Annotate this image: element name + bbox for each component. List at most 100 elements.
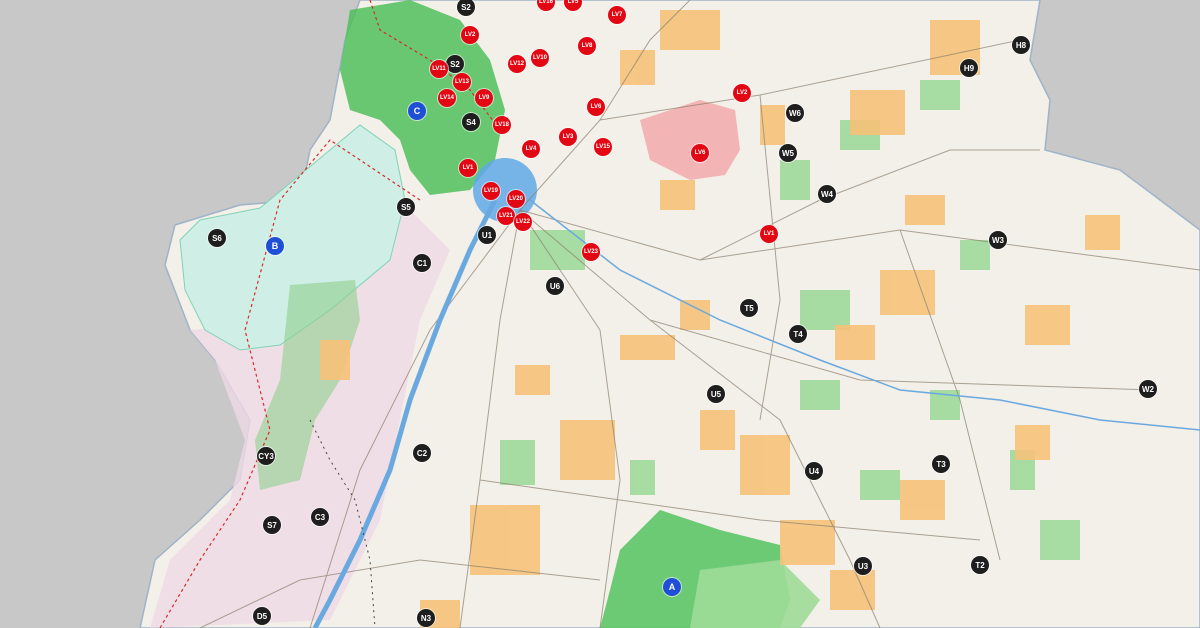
map-marker-lv8[interactable]: LV8 [578, 37, 596, 55]
marker-label: LV1 [763, 231, 775, 237]
map-marker-h8[interactable]: H8 [1012, 36, 1030, 54]
marker-label: LV10 [533, 55, 547, 61]
marker-label: T5 [744, 303, 754, 313]
marker-label: C [413, 106, 421, 116]
marker-label: LV2 [736, 90, 748, 96]
marker-label: LV5 [567, 0, 579, 5]
marker-label: S2 [450, 59, 460, 69]
map-marker-u3[interactable]: U3 [854, 557, 872, 575]
map-marker-lv2[interactable]: LV2 [733, 84, 751, 102]
marker-label: S6 [212, 233, 222, 243]
map-marker-lv19[interactable]: LV19 [482, 182, 500, 200]
marker-label: LV15 [596, 144, 610, 150]
map-marker-d5[interactable]: D5 [253, 607, 271, 625]
marker-label: LV14 [440, 95, 454, 101]
map-marker-lv20[interactable]: LV20 [507, 190, 525, 208]
map-marker-lv2[interactable]: LV2 [461, 26, 479, 44]
map-marker-w4[interactable]: W4 [818, 185, 836, 203]
marker-label: LV6 [590, 104, 602, 110]
marker-label: LV2 [464, 32, 476, 38]
map-marker-lv1[interactable]: LV1 [459, 159, 477, 177]
map-marker-c2[interactable]: C2 [413, 444, 431, 462]
map-marker-lv22[interactable]: LV22 [514, 213, 532, 231]
map-marker-u1[interactable]: U1 [478, 226, 496, 244]
basemap [139, 0, 1200, 628]
map-marker-u5[interactable]: U5 [707, 385, 725, 403]
map-marker-w3[interactable]: W3 [989, 231, 1007, 249]
marker-label: LV1 [462, 165, 474, 171]
map-marker-s4[interactable]: S4 [462, 113, 480, 131]
map-marker-lv6[interactable]: LV6 [587, 98, 605, 116]
map-marker-lv4[interactable]: LV4 [522, 140, 540, 158]
marker-label: W5 [782, 148, 794, 158]
marker-label: LV21 [499, 213, 513, 219]
map-marker-c1[interactable]: C1 [413, 254, 431, 272]
marker-label: U5 [710, 389, 722, 399]
map-marker-t5[interactable]: T5 [740, 299, 758, 317]
map-marker-t3[interactable]: T3 [932, 455, 950, 473]
map-marker-lv13[interactable]: LV13 [453, 73, 471, 91]
map-marker-lv3[interactable]: LV3 [559, 128, 577, 146]
marker-label: LV8 [581, 43, 593, 49]
map-marker-lv15[interactable]: LV15 [594, 138, 612, 156]
map-marker-t4[interactable]: T4 [789, 325, 807, 343]
map-marker-s6[interactable]: S6 [208, 229, 226, 247]
map-marker-cy3[interactable]: CY3 [257, 447, 275, 465]
marker-label: LV19 [484, 188, 498, 194]
map-marker-w6[interactable]: W6 [786, 104, 804, 122]
map-marker-s7[interactable]: S7 [263, 516, 281, 534]
map-marker-lv12[interactable]: LV12 [508, 55, 526, 73]
map-marker-a[interactable]: A [663, 578, 681, 596]
marker-label: W3 [992, 235, 1004, 245]
marker-label: C1 [416, 258, 428, 268]
map-marker-t2[interactable]: T2 [971, 556, 989, 574]
marker-label: LV3 [562, 134, 574, 140]
map-marker-c3[interactable]: C3 [311, 508, 329, 526]
marker-label: S5 [401, 202, 411, 212]
marker-label: LV11 [432, 66, 446, 72]
marker-label: S2 [461, 2, 471, 12]
marker-label: U6 [549, 281, 561, 291]
map-marker-b[interactable]: B [266, 237, 284, 255]
marker-label: T2 [975, 560, 985, 570]
marker-label: H8 [1015, 40, 1027, 50]
marker-label: CY3 [258, 451, 274, 461]
marker-label: S4 [466, 117, 476, 127]
map-canvas[interactable]: S2 S2 S4 S5 S6 S7 C1 C2 C3 CY3 D5 N3 U1 U3 U4 U5 U6 T2 T3 T… [0, 0, 1200, 628]
map-marker-w2[interactable]: W2 [1139, 380, 1157, 398]
marker-label: T3 [936, 459, 946, 469]
marker-label: D5 [256, 611, 268, 621]
map-marker-lv11[interactable]: LV11 [430, 60, 448, 78]
map-marker-s5[interactable]: S5 [397, 198, 415, 216]
map-marker-lv7[interactable]: LV7 [608, 6, 626, 24]
map-marker-c[interactable]: C [408, 102, 426, 120]
map-marker-s2[interactable]: S2 [446, 55, 464, 73]
map-marker-lv14[interactable]: LV14 [438, 89, 456, 107]
map-marker-lv10[interactable]: LV10 [531, 49, 549, 67]
marker-label: C3 [314, 512, 326, 522]
marker-label: U1 [481, 230, 493, 240]
marker-label: B [271, 241, 279, 251]
marker-label: LV23 [584, 249, 598, 255]
map-marker-lv6[interactable]: LV6 [691, 144, 709, 162]
marker-label: LV13 [455, 79, 469, 85]
marker-label: U3 [857, 561, 869, 571]
marker-label: LV22 [516, 219, 530, 225]
map-marker-u4[interactable]: U4 [805, 462, 823, 480]
marker-label: LV20 [509, 196, 523, 202]
map-marker-u6[interactable]: U6 [546, 277, 564, 295]
map-marker-lv9[interactable]: LV9 [475, 89, 493, 107]
marker-label: W2 [1142, 384, 1154, 394]
map-marker-h9[interactable]: H9 [960, 59, 978, 77]
map-marker-lv1[interactable]: LV1 [760, 225, 778, 243]
marker-label: LV16 [539, 0, 553, 5]
map-marker-w5[interactable]: W5 [779, 144, 797, 162]
map-marker-lv21[interactable]: LV21 [497, 207, 515, 225]
marker-label: C2 [416, 448, 428, 458]
map-marker-lv23[interactable]: LV23 [582, 243, 600, 261]
marker-label: U4 [808, 466, 820, 476]
marker-label: LV4 [525, 146, 537, 152]
marker-label: W4 [821, 189, 833, 199]
map-marker-lv18[interactable]: LV18 [493, 116, 511, 134]
map-marker-n3[interactable]: N3 [417, 609, 435, 627]
